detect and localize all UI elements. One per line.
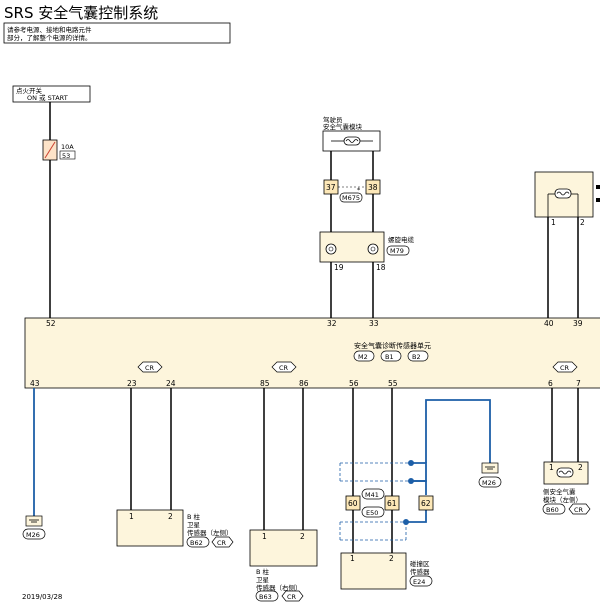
connector-m675: M675: [342, 194, 360, 202]
diagram-title: SRS 安全气囊控制系统: [4, 4, 158, 22]
unit-pin-24: 24: [166, 379, 176, 388]
cr-label-1: CR: [145, 364, 155, 372]
b-pillar-right-pin-2: 2: [300, 532, 305, 541]
unit-pin-7: 7: [576, 379, 581, 388]
cr-label-3: CR: [560, 364, 570, 372]
pin-62: 62: [421, 499, 431, 508]
right-module-pin-1: 1: [551, 218, 556, 227]
unit-conn-m2: M2: [358, 353, 368, 361]
crash-sensor-pin-2: 2: [389, 554, 394, 563]
unit-pin-40: 40: [544, 319, 554, 328]
unit-pin-55: 55: [388, 379, 398, 388]
b-pillar-right-box: [249, 529, 318, 567]
side-module-line2: 模块（左侧）: [543, 495, 582, 504]
spiral-coil-icon-a: [325, 243, 337, 255]
unit-pin-39: 39: [573, 319, 583, 328]
crash-sensor-pin-1: 1: [350, 554, 355, 563]
side-module-pin-1: 1: [549, 463, 554, 472]
b-pillar-left-pin-1: 1: [129, 512, 134, 521]
passenger-airbag-module: 1 2: [534, 171, 600, 227]
reference-note: 请参考电源、接地和电路元件 部分，了解整个电源的详情。: [3, 22, 231, 44]
driver-airbag-module: 驾驶员 安全气囊模块: [322, 115, 381, 152]
b-pillar-right-tag: CR: [287, 593, 297, 601]
ignition-line2: ON 或 START: [27, 93, 68, 102]
ground-left-label: M26: [26, 531, 40, 539]
crash-sensor-line2: 传感器: [410, 567, 430, 576]
unit-pin-6: 6: [548, 379, 553, 388]
unit-pin-85: 85: [260, 379, 270, 388]
crash-zone-sensor: 1 2 碰撞区 传感器 E24: [340, 552, 433, 590]
driver-connector: 37 38 * M675: [323, 179, 381, 203]
side-module-line1: 侧安全气囊: [543, 487, 576, 496]
b-pillar-left-line2: 卫星: [187, 521, 201, 529]
wiring-diagram: SRS 安全气囊控制系统 请参考电源、接地和电路元件 部分，了解整个电源的详情。…: [3, 4, 600, 602]
ground-right-box: [481, 462, 499, 474]
unit-conn-b2: B2: [412, 353, 421, 361]
side-module-connector: B60: [546, 506, 559, 514]
unit-pin-86: 86: [299, 379, 309, 388]
side-module-tag: CR: [574, 506, 584, 514]
pin-61: 61: [387, 499, 397, 508]
b-pillar-left-box: [116, 509, 184, 547]
b-pillar-right-line2: 卫星: [256, 576, 270, 584]
note-line2: 部分，了解整个电源的详情。: [7, 33, 92, 42]
pin-37: 37: [326, 183, 336, 192]
shield-wire-c: [406, 510, 427, 523]
spiral-coil-icon-b: [367, 243, 379, 255]
ground-left-box: [25, 515, 43, 527]
ground-right: M26: [478, 462, 502, 488]
fuse-rating: 10A: [61, 143, 74, 151]
ground-left: M26: [22, 515, 46, 540]
spiral-cable: 螺旋电缆 M79 19 18: [319, 231, 415, 272]
b-pillar-sensor-left: 1 2 B 柱 卫星 传感器（左侧） B62 CR: [116, 509, 234, 548]
unit-label: 安全气囊诊断传感器单元: [354, 341, 431, 350]
b-pillar-left-connector: B62: [190, 539, 203, 547]
b-pillar-right-line1: B 柱: [256, 567, 270, 576]
b-pillar-left-line1: B 柱: [187, 512, 201, 521]
shield-wire-upper: [425, 399, 491, 463]
crash-sensor-line1: 碰撞区: [410, 559, 430, 568]
unit-pin-56: 56: [349, 379, 359, 388]
joint-connector: 60 61 62 M41 E50: [345, 488, 434, 518]
b-pillar-sensor-right: 1 2 B 柱 卫星 传感器（右侧） B63 CR: [249, 529, 318, 602]
ignition-switch: 点火开关 ON 或 START: [12, 85, 91, 103]
unit-conn-b1: B1: [385, 353, 394, 361]
joint-conn-m41: M41: [365, 491, 379, 499]
connector-m79: M79: [390, 247, 404, 255]
shield-wire-a: [411, 462, 427, 482]
driver-module-line2: 安全气囊模块: [323, 122, 363, 131]
fuse: 10A 53: [42, 139, 76, 161]
note-line1: 请参考电源、接地和电路元件: [7, 25, 92, 34]
fuse-number: 53: [62, 152, 70, 160]
airbag-diagnosis-sensor-unit: 52 32 33 40 39 安全气囊诊断传感器单元 M2 B1 B2 CR C…: [24, 317, 600, 389]
pin-38: 38: [368, 183, 378, 192]
unit-pin-52: 52: [46, 319, 56, 328]
b-pillar-right-pin-1: 1: [262, 532, 267, 541]
spiral-cable-label: 螺旋电缆: [388, 235, 415, 244]
right-module-pin-2: 2: [580, 218, 585, 227]
b-pillar-left-pin-2: 2: [168, 512, 173, 521]
spiral-pin-18: 18: [376, 263, 386, 272]
b-pillar-right-connector: B63: [259, 593, 272, 601]
unit-pin-43: 43: [30, 379, 40, 388]
shield-wire-b: [411, 480, 427, 495]
unit-pin-32: 32: [327, 319, 337, 328]
crash-sensor-connector: E24: [413, 578, 425, 586]
unit-box: [24, 317, 600, 389]
diagram-date: 2019/03/28: [22, 593, 62, 601]
side-module-pin-2: 2: [578, 463, 583, 472]
unit-pin-33: 33: [369, 319, 379, 328]
side-airbag-module: 1 2 侧安全气囊 模块（左侧） B60 CR: [542, 461, 591, 515]
spiral-pin-19: 19: [334, 263, 344, 272]
b-pillar-left-tag: CR: [217, 539, 227, 547]
pin-60: 60: [348, 499, 358, 508]
unit-pin-23: 23: [127, 379, 137, 388]
b-pillar-left-line3: 传感器（左侧）: [187, 528, 233, 537]
ground-right-label: M26: [482, 479, 496, 487]
joint-conn-e50: E50: [366, 509, 378, 517]
cr-label-2: CR: [279, 364, 289, 372]
